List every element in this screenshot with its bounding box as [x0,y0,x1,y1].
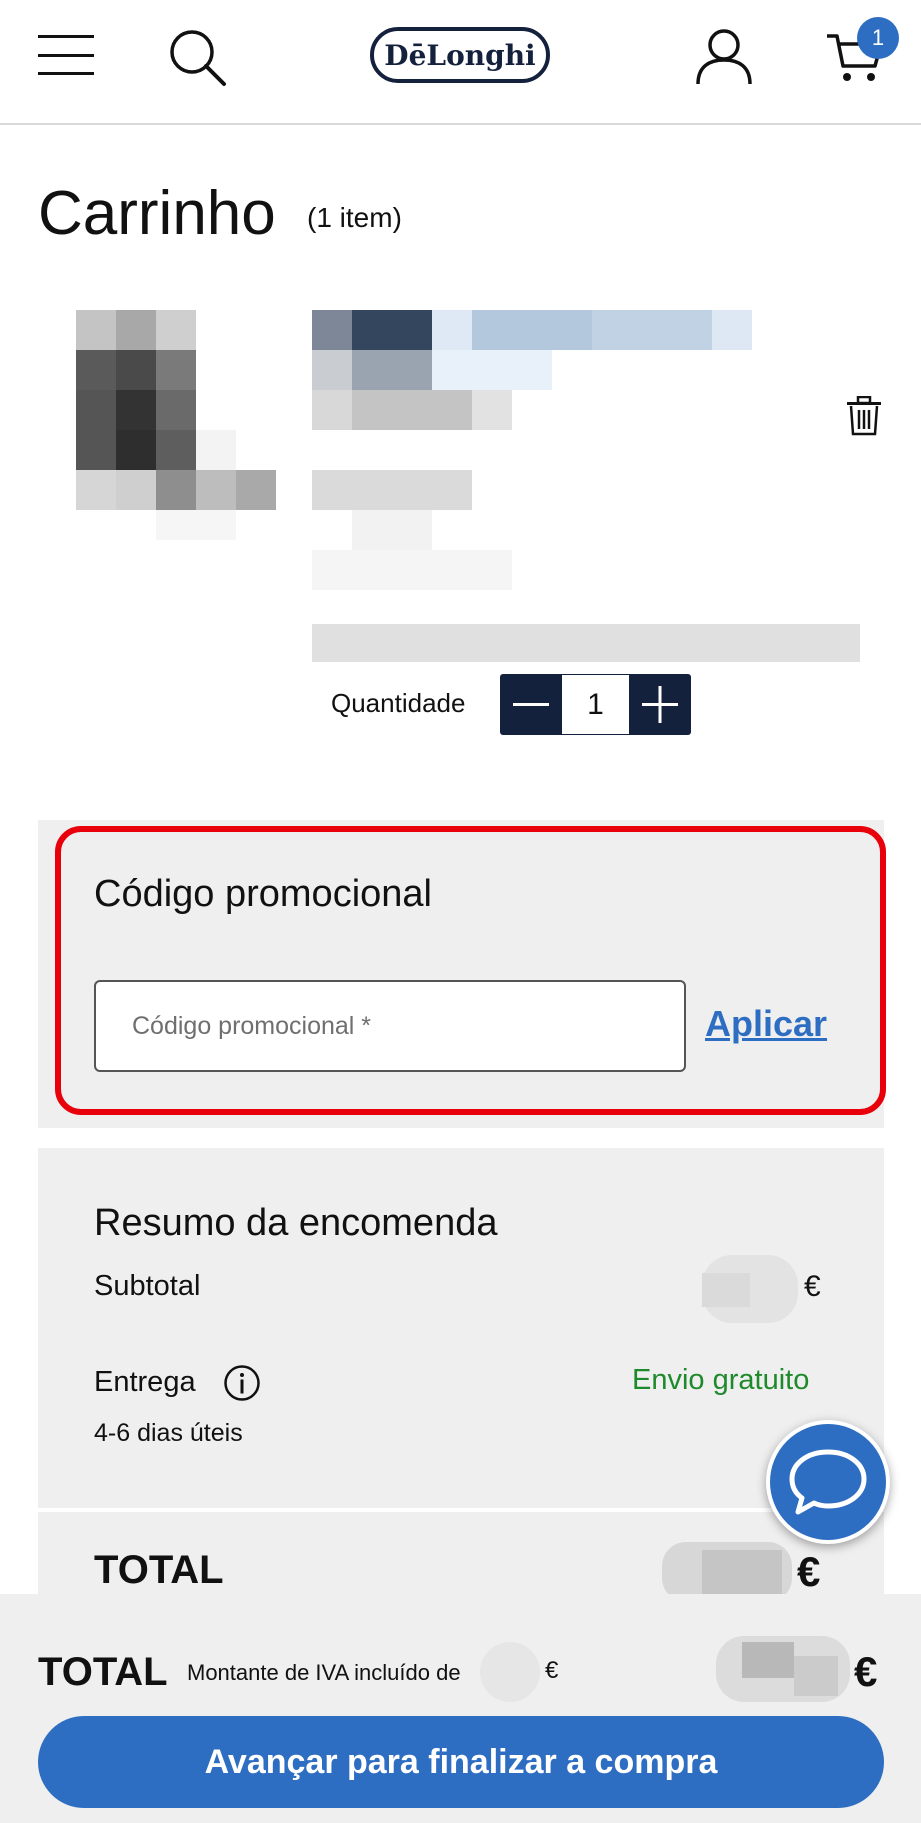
top-header: DēLonghi 1 [0,0,921,125]
delete-item-icon[interactable] [846,396,882,436]
chat-button[interactable] [766,1420,890,1544]
total-label: TOTAL [94,1548,224,1592]
user-icon[interactable] [695,28,753,86]
product-image [76,310,276,540]
subtotal-amount [702,1255,798,1323]
chat-bubble-icon [789,1449,867,1515]
total-amount [662,1542,792,1602]
brand-logo[interactable]: DēLonghi [370,27,550,83]
product-details [312,310,860,662]
bottom-total-amount [716,1636,850,1702]
delivery-label: Entrega [94,1366,196,1398]
promo-code-title: Código promocional [94,873,432,915]
quantity-label: Quantidade [331,688,466,718]
subtotal-currency: € [804,1270,821,1303]
proceed-to-checkout-button[interactable]: Avançar para finalizar a compra [38,1716,884,1808]
subtotal-label: Subtotal [94,1270,201,1302]
logo-text: DēLonghi [384,38,536,72]
info-icon[interactable] [223,1364,261,1402]
plus-icon [642,686,678,723]
search-icon[interactable] [168,28,228,88]
cart-count-badge: 1 [857,17,899,59]
quantity-value[interactable]: 1 [562,674,629,735]
page-title: Carrinho [38,179,276,248]
item-count: (1 item) [307,202,402,233]
minus-icon [513,703,549,706]
bottom-total-currency: € [854,1648,878,1695]
quantity-decrease-button[interactable] [500,674,562,735]
quantity-increase-button[interactable] [629,674,691,735]
delivery-time: 4-6 dias úteis [94,1419,243,1447]
vat-amount [480,1642,540,1702]
delivery-value: Envio gratuito [632,1364,810,1396]
menu-icon[interactable] [38,33,94,77]
vat-currency: € [545,1657,559,1684]
apply-promo-link[interactable]: Aplicar [705,1003,827,1045]
bottom-total-label: TOTAL [38,1650,168,1694]
promo-code-input[interactable] [94,980,686,1072]
vat-text: Montante de IVA incluído de [187,1660,461,1685]
order-summary-title: Resumo da encomenda [94,1202,498,1244]
total-currency: € [797,1548,821,1595]
